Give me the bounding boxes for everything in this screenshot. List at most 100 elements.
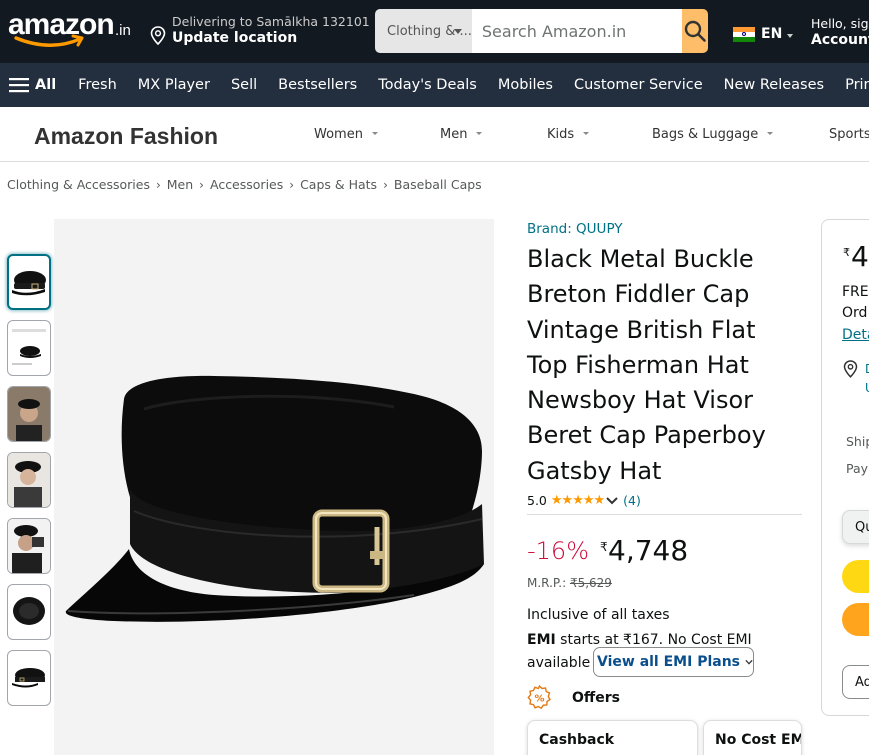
nav-item-mx-player[interactable]: MX Player <box>138 77 210 93</box>
fashion-cat-label: Kids <box>547 127 575 142</box>
fashion-cat-sports[interactable]: Sports <box>829 127 869 142</box>
breadcrumb-link[interactable]: Clothing & Accessories <box>7 177 150 192</box>
fashion-cat-kids[interactable]: Kids <box>547 127 590 142</box>
rating-summary: 5.0 ★★★★★ (4) <box>527 493 641 508</box>
fashion-store-title[interactable]: Amazon Fashion <box>34 123 218 150</box>
offer-card-title: No Cost EMI <box>715 732 802 748</box>
product-thumbnail[interactable] <box>7 320 51 376</box>
chevron-right-icon: › <box>289 177 295 192</box>
breadcrumb-link[interactable]: Baseball Caps <box>394 177 482 192</box>
update-location-link[interactable]: U <box>865 381 869 395</box>
model-wearing-hat-thumbnail-image <box>8 387 50 441</box>
delivery-details-link[interactable]: Deta <box>842 327 869 343</box>
logo-domain: .in <box>115 22 131 39</box>
svg-text:%: % <box>534 694 544 705</box>
view-emi-plans-button[interactable]: View all EMI Plans <box>593 647 754 677</box>
breadcrumb-link[interactable]: Accessories <box>210 177 283 192</box>
buy-box: ₹ 4 FRE Ord Deta D U Ship Pay Qu Ad <box>821 219 869 716</box>
nav-item-new-releases[interactable]: New Releases <box>724 77 824 93</box>
nav-item-todays-deals[interactable]: Today's Deals <box>378 77 477 93</box>
product-thumbnail[interactable] <box>7 650 51 706</box>
review-count-link[interactable]: (4) <box>623 493 641 508</box>
offers-heading: Offers <box>572 689 620 706</box>
search-input[interactable] <box>471 9 682 53</box>
emi-button-label: View all EMI Plans <box>597 654 740 670</box>
offers-section: % Offers <box>527 685 620 710</box>
hat-image <box>65 375 484 622</box>
ships-from-label: Ship <box>846 434 869 449</box>
breadcrumb-link[interactable]: Men <box>167 177 193 192</box>
payment-label: Pay <box>846 461 869 476</box>
nav-item-fresh[interactable]: Fresh <box>78 77 117 93</box>
product-thumbnail[interactable] <box>7 452 51 508</box>
fashion-cat-bags-luggage[interactable]: Bags & Luggage <box>652 127 774 142</box>
chevron-right-icon: › <box>199 177 204 192</box>
product-title: Black Metal Buckle Breton Fiddler Cap Vi… <box>527 245 766 485</box>
buybox-currency: ₹ <box>843 246 850 259</box>
breadcrumb: Clothing & Accessories › Men › Accessori… <box>7 177 482 192</box>
update-location-label: Update location <box>172 30 298 46</box>
quantity-dropdown[interactable]: Qu <box>842 510 869 544</box>
free-delivery-text: FRE <box>842 284 869 300</box>
search-bar: Clothing & ... <box>375 9 708 53</box>
product-thumbnail[interactable] <box>7 386 51 442</box>
tax-note: Inclusive of all taxes <box>527 607 670 623</box>
nav-item-mobiles[interactable]: Mobiles <box>498 77 553 93</box>
location-pin-icon <box>150 26 166 45</box>
product-thumbnail[interactable] <box>7 584 51 640</box>
hamburger-icon <box>9 78 29 93</box>
offer-card-title: Cashback <box>539 732 615 748</box>
nav-item-bestsellers[interactable]: Bestsellers <box>278 77 357 93</box>
nav-item-customer-service[interactable]: Customer Service <box>574 77 703 93</box>
star-rating-icon[interactable]: ★★★★★ <box>551 493 605 508</box>
chevron-down-icon <box>767 132 774 135</box>
price: 4,748 <box>608 534 689 567</box>
mrp-label: M.R.P.: <box>527 576 570 590</box>
product-thumbnail[interactable] <box>7 518 51 574</box>
quantity-label: Qu <box>855 520 869 535</box>
amazon-logo[interactable]: amazon .in <box>8 10 138 54</box>
chevron-down-icon <box>745 659 753 665</box>
fashion-subnav: Amazon Fashion Women Men Kids Bags & Lug… <box>0 107 869 162</box>
model-wearing-hat-thumbnail-image <box>8 453 50 507</box>
india-flag-icon <box>733 26 755 42</box>
search-button[interactable] <box>681 9 708 53</box>
mrp: M.R.P.: ₹5,629 <box>527 576 612 590</box>
divider <box>527 514 802 515</box>
model-wearing-hat-thumbnail-image <box>8 519 50 573</box>
brand-link[interactable]: Brand: QUUPY <box>527 221 623 237</box>
fashion-cat-men[interactable]: Men <box>440 127 483 142</box>
search-icon <box>684 20 706 42</box>
search-category-dropdown[interactable]: Clothing & ... <box>375 9 472 53</box>
chevron-down-icon <box>371 132 378 135</box>
buy-now-button[interactable] <box>842 603 869 636</box>
chevron-down-icon <box>583 132 590 135</box>
nav-item-prime[interactable]: Prime <box>845 77 869 93</box>
breadcrumb-link[interactable]: Caps & Hats <box>300 177 377 192</box>
deliver-to-link[interactable]: D <box>865 362 869 376</box>
product-thumbnail[interactable] <box>7 254 51 310</box>
chevron-right-icon: › <box>155 177 161 192</box>
offer-card-no-cost-emi[interactable]: No Cost EMI <box>703 720 802 755</box>
offer-card-cashback[interactable]: Cashback <box>527 720 698 755</box>
chevron-down-icon <box>453 29 462 34</box>
add-to-cart-button[interactable] <box>842 560 869 593</box>
all-menu-button[interactable]: All <box>9 77 56 93</box>
nav-item-sell[interactable]: Sell <box>231 77 257 93</box>
fashion-cat-women[interactable]: Women <box>314 127 378 142</box>
rating-value: 5.0 <box>527 493 547 508</box>
hat-size-chart-thumbnail-image <box>12 329 46 365</box>
offer-percent-icon: % <box>527 685 551 710</box>
account-menu[interactable]: Hello, sign Account <box>811 16 869 48</box>
emi-label: EMI <box>527 632 556 648</box>
hat-thumbnail-image <box>12 271 46 296</box>
language-label: EN <box>761 26 783 42</box>
location-pin-icon <box>843 360 858 378</box>
fashion-cat-label: Sports <box>829 127 869 142</box>
product-main-image[interactable] <box>54 219 494 755</box>
account-label: Account <box>811 32 869 48</box>
add-to-wishlist-button[interactable]: Ad <box>842 665 869 699</box>
language-selector[interactable]: EN <box>733 26 794 42</box>
fashion-cat-label: Women <box>314 127 363 142</box>
chevron-down-icon[interactable] <box>606 496 618 505</box>
